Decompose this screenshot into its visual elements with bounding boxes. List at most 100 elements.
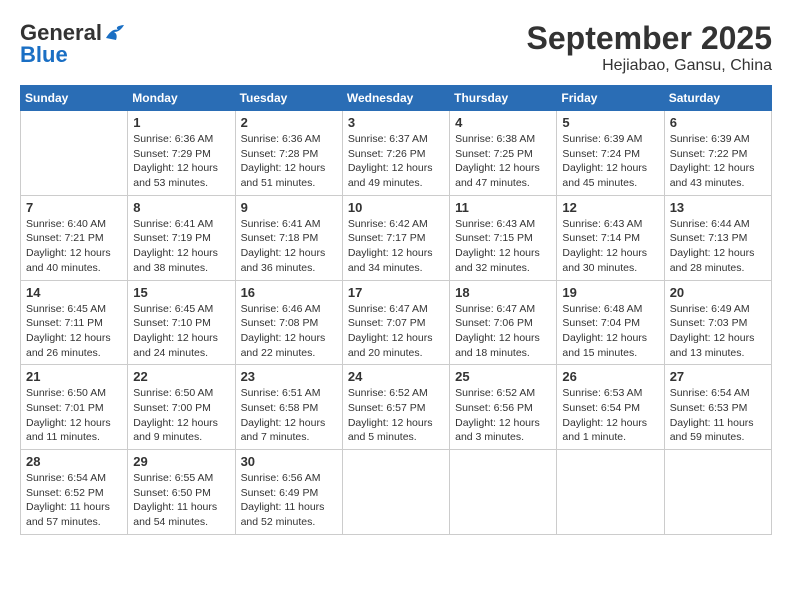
day-of-week-header: Sunday [21,86,128,111]
day-info: Sunrise: 6:46 AMSunset: 7:08 PMDaylight:… [241,302,337,361]
day-number: 4 [455,115,551,130]
calendar-day-cell: 8 Sunrise: 6:41 AMSunset: 7:19 PMDaylight… [128,195,235,280]
calendar-day-cell: 30 Sunrise: 6:56 AMSunset: 6:49 PMDayligh… [235,450,342,535]
calendar-day-cell: 4 Sunrise: 6:38 AMSunset: 7:25 PMDaylight… [450,111,557,196]
day-number: 19 [562,285,658,300]
location: Hejiabao, Gansu, China [527,57,772,75]
calendar-day-cell: 18 Sunrise: 6:47 AMSunset: 7:06 PMDayligh… [450,280,557,365]
day-info: Sunrise: 6:36 AMSunset: 7:28 PMDaylight:… [241,132,337,191]
page-header: General Blue September 2025 Hejiabao, Ga… [20,20,772,75]
day-info: Sunrise: 6:54 AMSunset: 6:53 PMDaylight:… [670,386,766,445]
day-number: 29 [133,454,229,469]
calendar-day-cell: 9 Sunrise: 6:41 AMSunset: 7:18 PMDaylight… [235,195,342,280]
day-number: 8 [133,200,229,215]
calendar-day-cell: 19 Sunrise: 6:48 AMSunset: 7:04 PMDayligh… [557,280,664,365]
day-info: Sunrise: 6:41 AMSunset: 7:18 PMDaylight:… [241,217,337,276]
calendar-day-cell [557,450,664,535]
day-info: Sunrise: 6:38 AMSunset: 7:25 PMDaylight:… [455,132,551,191]
day-info: Sunrise: 6:56 AMSunset: 6:49 PMDaylight:… [241,471,337,530]
day-number: 12 [562,200,658,215]
calendar-header: SundayMondayTuesdayWednesdayThursdayFrid… [21,86,772,111]
day-number: 5 [562,115,658,130]
calendar-week-row: 14 Sunrise: 6:45 AMSunset: 7:11 PMDayligh… [21,280,772,365]
day-number: 11 [455,200,551,215]
day-info: Sunrise: 6:54 AMSunset: 6:52 PMDaylight:… [26,471,122,530]
calendar-day-cell [21,111,128,196]
month-year: September 2025 [527,20,772,57]
day-of-week-header: Tuesday [235,86,342,111]
day-info: Sunrise: 6:45 AMSunset: 7:10 PMDaylight:… [133,302,229,361]
day-number: 9 [241,200,337,215]
calendar-day-cell: 12 Sunrise: 6:43 AMSunset: 7:14 PMDayligh… [557,195,664,280]
calendar-day-cell: 14 Sunrise: 6:45 AMSunset: 7:11 PMDayligh… [21,280,128,365]
logo-bird-icon [104,24,126,42]
day-of-week-header: Friday [557,86,664,111]
calendar-day-cell: 6Sunrise: 6:39 AMSunset: 7:22 PMDaylight… [664,111,771,196]
calendar-day-cell: 16Sunrise: 6:46 AMSunset: 7:08 PMDayligh… [235,280,342,365]
day-info: Sunrise: 6:45 AMSunset: 7:11 PMDaylight:… [26,302,122,361]
day-number: 10 [348,200,444,215]
calendar-day-cell: 15 Sunrise: 6:45 AMSunset: 7:10 PMDayligh… [128,280,235,365]
day-info: Sunrise: 6:48 AMSunset: 7:04 PMDaylight:… [562,302,658,361]
day-info: Sunrise: 6:43 AMSunset: 7:14 PMDaylight:… [562,217,658,276]
logo: General Blue [20,20,126,68]
calendar-week-row: 28Sunrise: 6:54 AMSunset: 6:52 PMDayligh… [21,450,772,535]
calendar-day-cell: 27 Sunrise: 6:54 AMSunset: 6:53 PMDayligh… [664,365,771,450]
day-info: Sunrise: 6:43 AMSunset: 7:15 PMDaylight:… [455,217,551,276]
day-number: 14 [26,285,122,300]
day-number: 18 [455,285,551,300]
day-number: 2 [241,115,337,130]
day-of-week-header: Wednesday [342,86,449,111]
day-number: 1 [133,115,229,130]
day-number: 20 [670,285,766,300]
calendar-week-row: 7 Sunrise: 6:40 AMSunset: 7:21 PMDaylight… [21,195,772,280]
day-number: 7 [26,200,122,215]
day-info: Sunrise: 6:42 AMSunset: 7:17 PMDaylight:… [348,217,444,276]
calendar-day-cell: 13 Sunrise: 6:44 AMSunset: 7:13 PMDayligh… [664,195,771,280]
calendar-day-cell [450,450,557,535]
day-number: 17 [348,285,444,300]
day-info: Sunrise: 6:39 AMSunset: 7:24 PMDaylight:… [562,132,658,191]
calendar-day-cell: 11 Sunrise: 6:43 AMSunset: 7:15 PMDayligh… [450,195,557,280]
month-title: September 2025 Hejiabao, Gansu, China [527,20,772,75]
day-info: Sunrise: 6:47 AMSunset: 7:06 PMDaylight:… [455,302,551,361]
day-number: 27 [670,369,766,384]
day-info: Sunrise: 6:52 AMSunset: 6:56 PMDaylight:… [455,386,551,445]
calendar-day-cell: 10 Sunrise: 6:42 AMSunset: 7:17 PMDayligh… [342,195,449,280]
logo-text-blue: Blue [20,42,68,68]
day-number: 30 [241,454,337,469]
day-info: Sunrise: 6:55 AMSunset: 6:50 PMDaylight:… [133,471,229,530]
calendar-day-cell: 5 Sunrise: 6:39 AMSunset: 7:24 PMDaylight… [557,111,664,196]
calendar-day-cell: 29 Sunrise: 6:55 AMSunset: 6:50 PMDayligh… [128,450,235,535]
calendar-day-cell: 7 Sunrise: 6:40 AMSunset: 7:21 PMDaylight… [21,195,128,280]
day-info: Sunrise: 6:51 AMSunset: 6:58 PMDaylight:… [241,386,337,445]
calendar-week-row: 1Sunrise: 6:36 AMSunset: 7:29 PMDaylight… [21,111,772,196]
calendar-day-cell: 25Sunrise: 6:52 AMSunset: 6:56 PMDayligh… [450,365,557,450]
calendar-day-cell: 26 Sunrise: 6:53 AMSunset: 6:54 PMDayligh… [557,365,664,450]
calendar-day-cell: 3Sunrise: 6:37 AMSunset: 7:26 PMDaylight… [342,111,449,196]
day-info: Sunrise: 6:53 AMSunset: 6:54 PMDaylight:… [562,386,658,445]
day-number: 24 [348,369,444,384]
day-number: 13 [670,200,766,215]
calendar-day-cell: 28Sunrise: 6:54 AMSunset: 6:52 PMDayligh… [21,450,128,535]
day-number: 6 [670,115,766,130]
calendar-day-cell [664,450,771,535]
calendar-day-cell: 24 Sunrise: 6:52 AMSunset: 6:57 PMDayligh… [342,365,449,450]
day-number: 15 [133,285,229,300]
calendar-day-cell: 22Sunrise: 6:50 AMSunset: 7:00 PMDayligh… [128,365,235,450]
calendar-body: 1Sunrise: 6:36 AMSunset: 7:29 PMDaylight… [21,111,772,535]
day-number: 22 [133,369,229,384]
day-number: 3 [348,115,444,130]
day-info: Sunrise: 6:50 AMSunset: 7:01 PMDaylight:… [26,386,122,445]
day-info: Sunrise: 6:40 AMSunset: 7:21 PMDaylight:… [26,217,122,276]
calendar-week-row: 21 Sunrise: 6:50 AMSunset: 7:01 PMDayligh… [21,365,772,450]
day-info: Sunrise: 6:41 AMSunset: 7:19 PMDaylight:… [133,217,229,276]
calendar-day-cell: 1Sunrise: 6:36 AMSunset: 7:29 PMDaylight… [128,111,235,196]
calendar-day-cell: 17Sunrise: 6:47 AMSunset: 7:07 PMDayligh… [342,280,449,365]
day-info: Sunrise: 6:49 AMSunset: 7:03 PMDaylight:… [670,302,766,361]
day-info: Sunrise: 6:52 AMSunset: 6:57 PMDaylight:… [348,386,444,445]
day-of-week-header: Monday [128,86,235,111]
day-info: Sunrise: 6:44 AMSunset: 7:13 PMDaylight:… [670,217,766,276]
day-number: 26 [562,369,658,384]
day-number: 21 [26,369,122,384]
